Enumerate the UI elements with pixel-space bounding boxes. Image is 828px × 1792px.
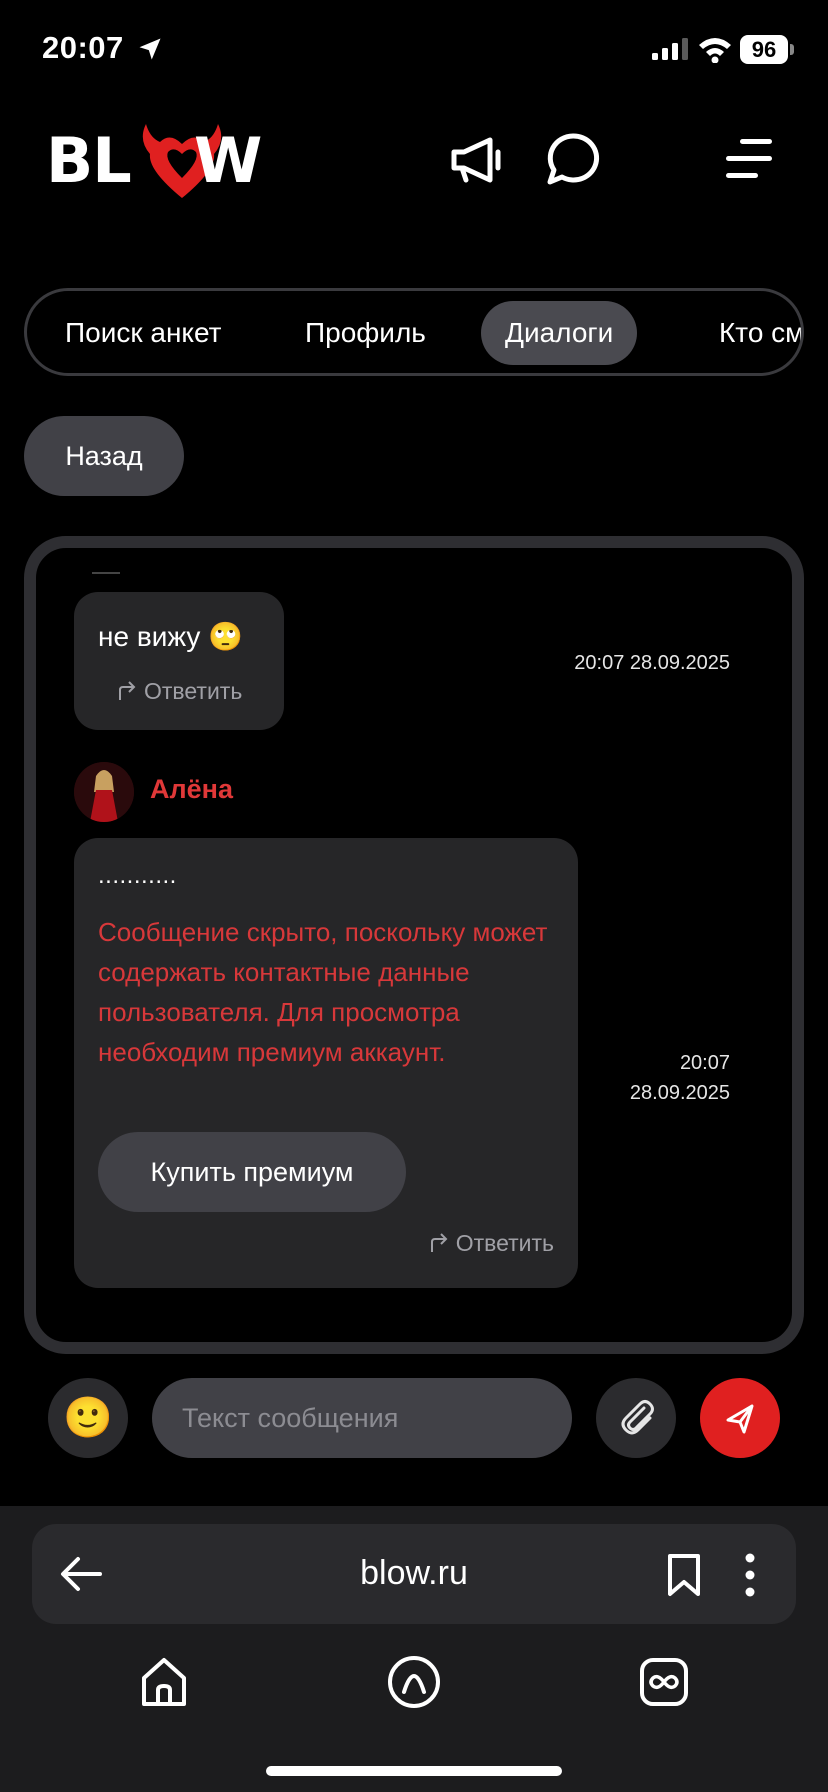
attach-button[interactable] — [596, 1378, 676, 1458]
megaphone-icon[interactable] — [448, 130, 506, 188]
sender-name[interactable]: Алёна — [150, 774, 233, 805]
address-bar[interactable]: blow.ru — [32, 1524, 796, 1624]
alice-icon[interactable] — [386, 1654, 442, 1710]
status-bar: 20:07 96 — [0, 0, 828, 100]
paperclip-icon — [621, 1400, 654, 1435]
home-icon[interactable] — [136, 1654, 192, 1710]
home-indicator — [266, 1766, 562, 1776]
reply-button[interactable]: Ответить — [428, 1230, 554, 1257]
section-tabs: Поиск анкет Профиль Диалоги Кто смотрел — [24, 288, 804, 376]
bookmark-icon[interactable] — [664, 1552, 704, 1598]
battery-indicator: 96 — [740, 35, 788, 64]
message-input[interactable] — [152, 1378, 572, 1458]
buy-premium-button[interactable]: Купить премиум — [98, 1132, 406, 1212]
message-bubble: ........... Сообщение скрыто, поскольку … — [74, 838, 578, 1288]
wifi-icon — [699, 38, 731, 63]
eye-roll-emoji: 🙄 — [208, 621, 244, 652]
send-icon — [726, 1404, 754, 1434]
tab-profile-search[interactable]: Поиск анкет — [41, 301, 245, 365]
battery-tip — [790, 44, 794, 55]
avatar[interactable] — [74, 762, 134, 822]
masked-text: ........... — [98, 862, 177, 889]
browser-toolbar: blow.ru — [0, 1506, 828, 1792]
back-button[interactable]: Назад — [24, 416, 184, 496]
tab-who-viewed[interactable]: Кто смотрел — [695, 301, 801, 365]
message-text-wrap: не вижу 🙄 — [98, 620, 243, 653]
timestamp-date: 28.09.2025 — [629, 1082, 730, 1104]
emoji-button[interactable]: 🙂 — [48, 1378, 128, 1458]
location-arrow-icon — [139, 38, 161, 60]
reply-arrow-icon — [119, 681, 136, 700]
reply-arrow-icon — [430, 1233, 448, 1252]
blow-logo[interactable]: BL W — [46, 118, 266, 202]
message-text: не вижу — [98, 621, 201, 652]
logo-text-left: BL — [46, 124, 132, 197]
message-bubble: не вижу 🙄 Ответить — [74, 592, 284, 730]
tab-profile[interactable]: Профиль — [281, 301, 450, 365]
reply-button[interactable]: Ответить — [116, 678, 242, 705]
reply-label: Ответить — [455, 1230, 554, 1256]
chat-bubble-icon[interactable] — [544, 130, 602, 188]
timestamp-time: 20:07 — [679, 1052, 730, 1074]
avatar-image — [74, 762, 134, 822]
message-timestamp: 20:07 28.09.2025 — [630, 1048, 730, 1108]
more-options-icon[interactable] — [742, 1552, 758, 1598]
tabs-icon[interactable] — [636, 1654, 692, 1710]
send-button[interactable] — [700, 1378, 780, 1458]
logo-text-right: W — [194, 124, 262, 197]
hidden-message-notice: Сообщение скрыто, поскольку может содерж… — [98, 917, 548, 1067]
chat-panel[interactable]: не вижу 🙄 Ответить 20:07 28.09.2025 Алён… — [24, 536, 804, 1354]
scroll-stub — [92, 572, 120, 574]
menu-icon[interactable] — [724, 135, 774, 183]
signal-icon — [652, 38, 688, 60]
reply-label: Ответить — [144, 678, 243, 704]
status-time: 20:07 — [42, 30, 124, 65]
tab-dialogs[interactable]: Диалоги — [481, 301, 638, 365]
message-timestamp: 20:07 28.09.2025 — [574, 652, 730, 674]
